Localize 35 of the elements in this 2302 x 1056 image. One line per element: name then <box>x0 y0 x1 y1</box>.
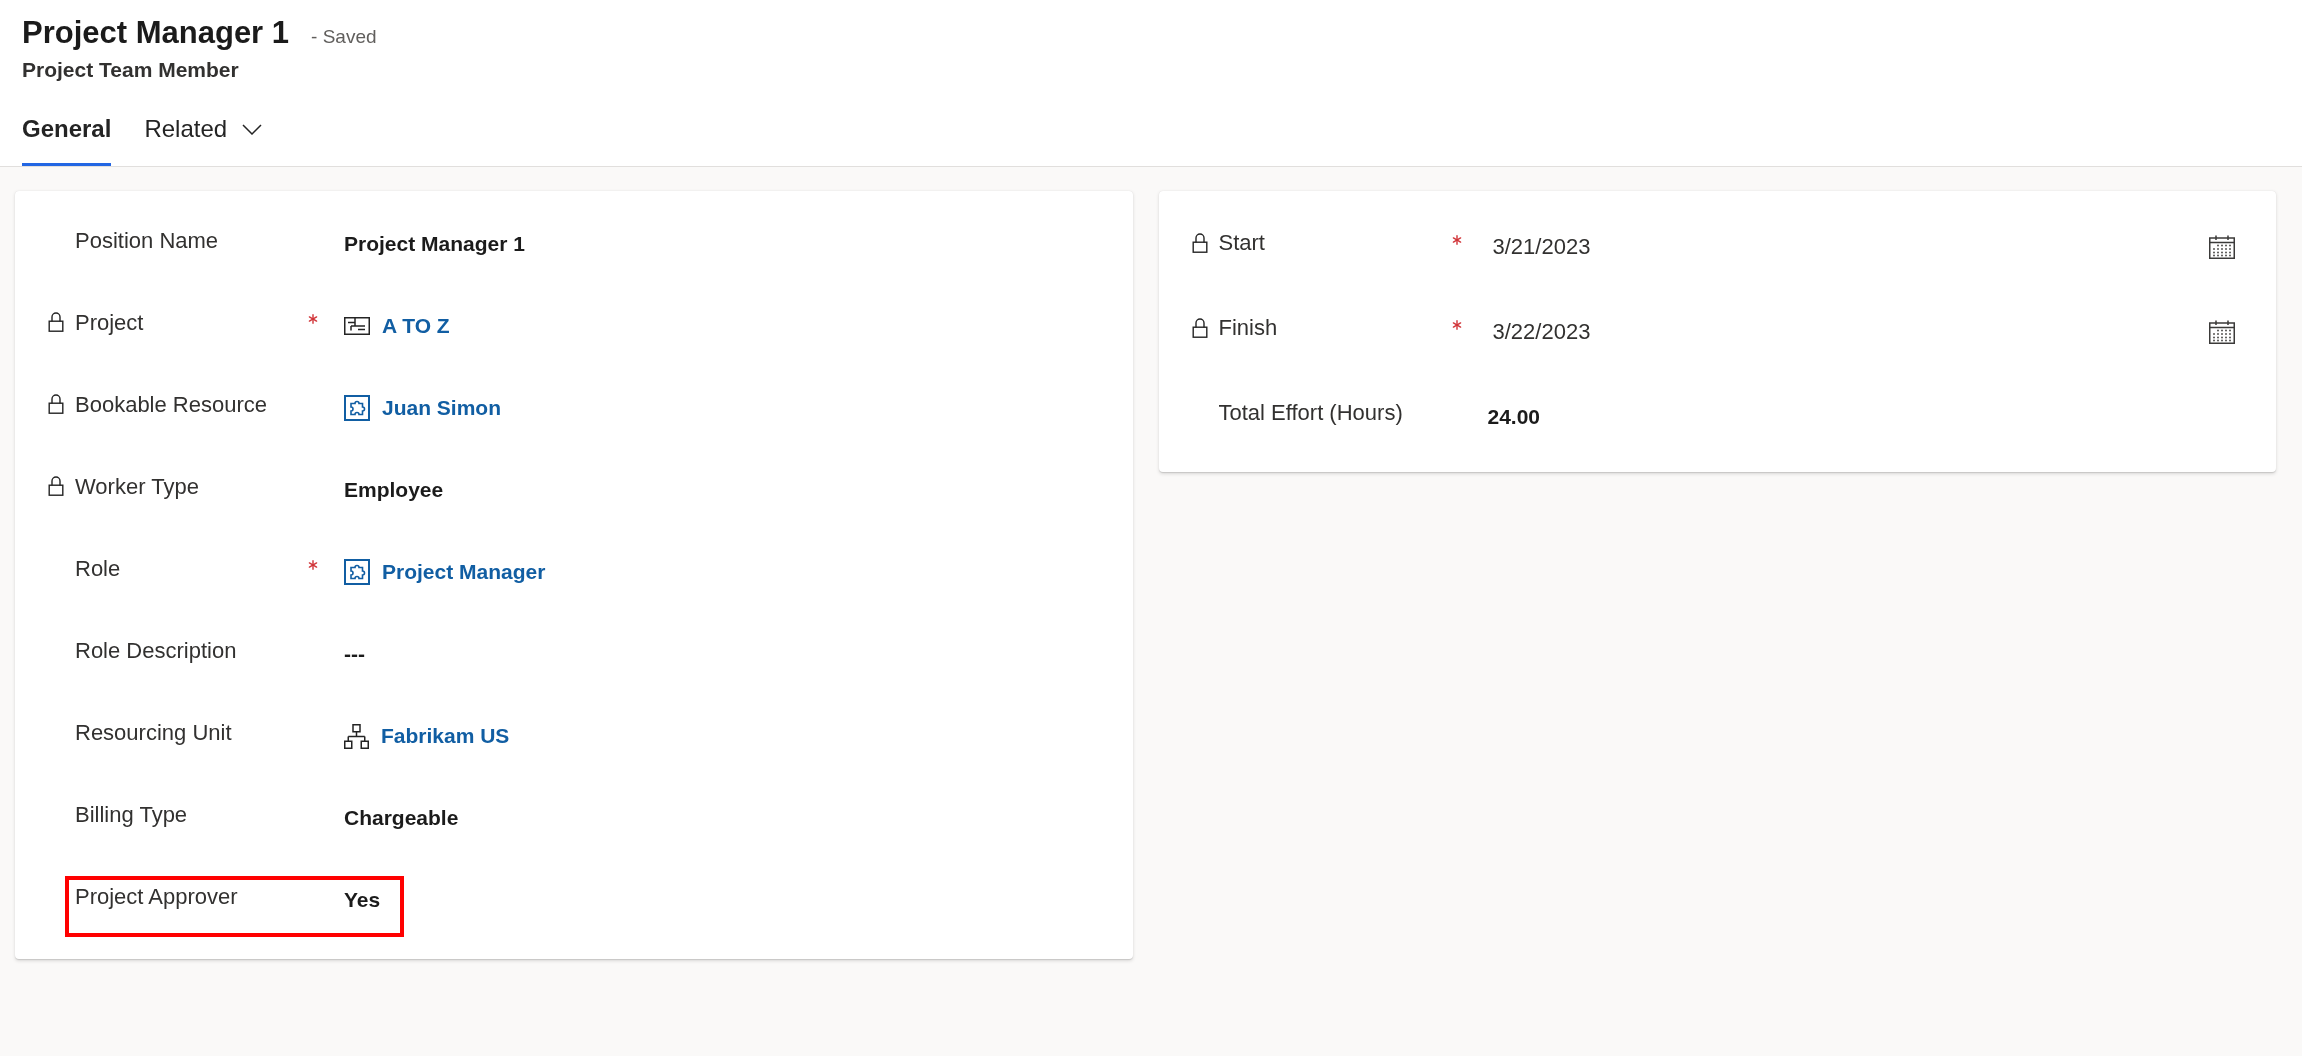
field-label: Role <box>75 555 121 581</box>
date-field[interactable]: 3/22/2023 <box>1487 311 2245 352</box>
field-label: Start <box>1218 230 1265 255</box>
field-value: --- <box>344 641 365 667</box>
field-value: Project Manager 1 <box>344 231 525 257</box>
field-label: Bookable Resource <box>75 391 267 417</box>
field-value: Employee <box>344 477 444 503</box>
calendar-icon[interactable] <box>2209 319 2235 344</box>
field-label: Worker Type <box>75 473 199 499</box>
tab[interactable]: Related <box>144 104 263 166</box>
field-label: Project <box>75 309 144 335</box>
date-field[interactable]: 3/21/2023 <box>1487 226 2245 267</box>
field-label: Position Name <box>75 227 219 253</box>
field-label: Resourcing Unit <box>75 719 232 745</box>
gantt-icon <box>344 317 370 335</box>
record-title: Project Manager 1 <box>22 14 290 52</box>
lookup-link[interactable]: Juan Simon <box>382 394 502 422</box>
calendar-icon[interactable] <box>2209 234 2235 259</box>
puzzle-icon <box>344 395 370 421</box>
field-label: Billing Type <box>75 801 188 827</box>
field-label: Role Description <box>75 637 237 663</box>
puzzle-icon <box>344 559 370 585</box>
field-value: Chargeable <box>344 805 459 831</box>
field-value: Yes <box>344 887 381 913</box>
org-chart-icon <box>344 723 369 749</box>
lookup-link[interactable]: Fabrikam US <box>381 722 510 750</box>
field-label: Finish <box>1218 315 1278 340</box>
save-status: - Saved <box>311 25 377 49</box>
field-value: 24.00 <box>1487 403 1541 430</box>
entity-name: Project Team Member <box>22 57 239 83</box>
lookup-link[interactable]: Project Manager <box>382 558 546 586</box>
field-label: Project Approver <box>75 883 238 909</box>
field-label: Total Effort (Hours) <box>1218 400 1403 425</box>
tab[interactable]: General <box>22 104 112 166</box>
lookup-link[interactable]: A TO Z <box>382 312 450 340</box>
